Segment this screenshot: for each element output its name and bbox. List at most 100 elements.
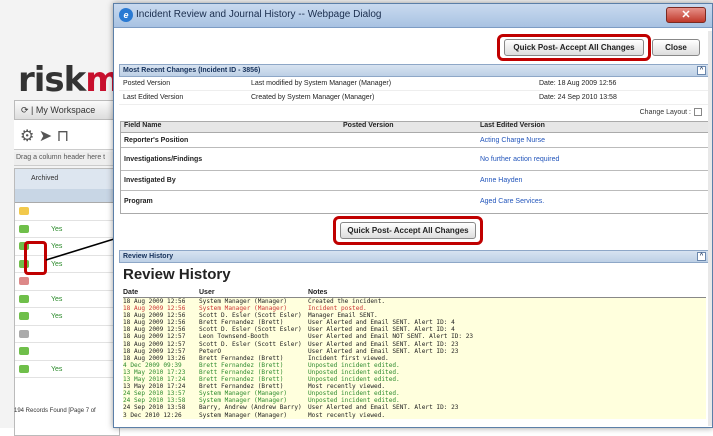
- dialog-title: Incident Review and Journal History -- W…: [136, 9, 382, 20]
- history-notes: User Alerted and Email SENT. Alert ID: 4: [308, 319, 455, 327]
- history-notes: Unposted incident edited.: [308, 368, 400, 376]
- review-history-list: 18 Aug 2009 12:56 System Manager (Manager…: [123, 298, 706, 419]
- history-date: 18 Aug 2009 12:56: [123, 312, 186, 320]
- history-entry: 4 Dec 2009 09:39 Brett Fernandez (Brett) U…: [123, 361, 706, 369]
- quick-post-accept-button-middle[interactable]: Quick Post- Accept All Changes: [340, 222, 476, 239]
- group-drag-hint: Drag a column header here t: [14, 152, 120, 166]
- status-icon: [19, 294, 29, 303]
- incident-review-dialog: e Incident Review and Journal History --…: [113, 3, 713, 428]
- grid-filter-bar: [15, 189, 119, 203]
- history-notes: User Alerted and Email SENT. Alert ID: 4: [308, 326, 455, 334]
- history-notes: User Alerted and Email SENT. Alert ID: 2…: [308, 340, 459, 348]
- bookmark-icon[interactable]: ⊓: [57, 128, 69, 145]
- collapse-icon[interactable]: ^: [697, 66, 706, 75]
- history-date: 4 Dec 2009 09:39: [123, 361, 182, 369]
- history-date: 18 Aug 2009 12:56: [123, 319, 186, 327]
- records-found-label: 194 Records Found [Page 7 of: [14, 408, 96, 414]
- history-user: PeterO: [199, 347, 222, 355]
- send-icon[interactable]: ➤: [39, 128, 52, 145]
- history-date: 13 May 2010 17:24: [123, 383, 186, 391]
- history-user: Leon Townsend-Booth: [199, 333, 269, 341]
- table-row: Investigated By Anne Hayden: [121, 171, 708, 191]
- change-layout-checkbox[interactable]: [694, 108, 702, 117]
- history-entry: 18 Aug 2009 12:56 System Manager (Manager…: [123, 298, 706, 306]
- history-entry: 24 Sep 2010 13:58 System Manager (Manager…: [123, 397, 706, 405]
- history-date: 18 Aug 2009 12:57: [123, 347, 186, 355]
- status-icon: [19, 277, 29, 285]
- posted-version-row: Posted Version Last modified by System M…: [119, 77, 710, 91]
- history-user: System Manager (Manager): [199, 397, 288, 405]
- history-entry: 18 Aug 2009 12:56 System Manager (Manager…: [123, 305, 706, 313]
- history-notes: Unposted incident edited.: [308, 361, 400, 369]
- history-user: System Manager (Manager): [199, 390, 288, 398]
- history-date: 13 May 2010 17:24: [123, 376, 186, 384]
- settings-icon[interactable]: ⚙: [20, 128, 34, 145]
- history-date: 24 Sep 2010 13:57: [123, 390, 186, 398]
- history-notes: Unposted incident edited.: [308, 390, 400, 398]
- history-date: 24 Sep 2010 13:58: [123, 404, 186, 412]
- history-entry: 13 May 2010 17:23 Brett Fernandez (Brett)…: [123, 368, 706, 377]
- history-notes: Incident first viewed.: [308, 354, 389, 362]
- nav-tab-my-workspace[interactable]: ⟳ | My Workspace: [14, 100, 120, 120]
- table-row[interactable]: Yes: [15, 361, 119, 378]
- review-history-heading: Review History: [123, 266, 231, 283]
- history-notes: Incident posted.: [308, 305, 367, 313]
- history-date: 3 Dec 2010 12:26: [123, 411, 182, 419]
- dialog-titlebar[interactable]: e Incident Review and Journal History --…: [114, 4, 712, 28]
- collapse-icon[interactable]: ^: [697, 252, 706, 261]
- history-entry: 13 May 2010 17:24 Brett Fernandez (Brett)…: [123, 383, 706, 391]
- middle-button-bar: Quick Post- Accept All Changes: [119, 214, 710, 250]
- grid-header[interactable]: Archived: [15, 169, 119, 189]
- history-notes: Manager Email SENT.: [308, 312, 378, 320]
- archived-value: Yes: [51, 365, 63, 373]
- table-row[interactable]: [15, 273, 119, 291]
- change-layout: Change Layout :: [119, 105, 710, 121]
- archived-value: Yes: [51, 243, 63, 250]
- review-history-columns: Date User Notes: [123, 289, 706, 298]
- last-edited-version-row: Last Edited Version Created by System Ma…: [119, 91, 710, 105]
- history-date: 18 Aug 2009 12:56: [123, 326, 186, 334]
- status-icon: [19, 364, 29, 373]
- history-user: Scott D. Esler (Scott Esler): [199, 312, 302, 320]
- table-row[interactable]: Yes: [15, 221, 119, 238]
- table-row: Program Aged Care Services.: [124, 198, 545, 205]
- history-entry: 18 Aug 2009 12:56 Scott D. Esler (Scott E…: [123, 312, 706, 320]
- incident-grid: Archived Yes Yes Yes Yes Yes Yes: [14, 168, 120, 436]
- ie-icon: e: [119, 8, 133, 22]
- table-row[interactable]: [15, 343, 119, 361]
- history-user: Scott D. Esler (Scott Esler): [199, 326, 302, 334]
- history-entry: 18 Aug 2009 12:56 Brett Fernandez (Brett)…: [123, 319, 706, 327]
- status-icon: [19, 312, 29, 320]
- history-date: 18 Aug 2009 12:56: [123, 298, 186, 305]
- history-user: Scott D. Esler (Scott Esler): [199, 340, 302, 348]
- table-row[interactable]: Yes: [15, 291, 119, 308]
- dialog-scrollbar[interactable]: [708, 31, 712, 426]
- history-date: 18 Aug 2009 12:57: [123, 333, 186, 341]
- quick-post-accept-button-top[interactable]: Quick Post- Accept All Changes: [504, 39, 644, 56]
- history-entry: 18 Aug 2009 12:57 Leon Townsend-Booth User…: [123, 333, 706, 341]
- table-row[interactable]: Yes: [15, 308, 119, 326]
- changes-table: Field Name Posted Version Last Edited Ve…: [120, 121, 709, 214]
- review-history-header[interactable]: Review History ^: [119, 250, 710, 263]
- history-user: Brett Fernandez (Brett): [199, 361, 284, 369]
- close-button[interactable]: Close: [652, 39, 700, 56]
- app-toolbar: ⚙ ➤ ⊓: [14, 120, 120, 150]
- history-user: Barry, Andrew (Andrew Barry): [199, 404, 302, 412]
- status-icon: [19, 207, 29, 215]
- history-user: System Manager (Manager): [199, 411, 288, 419]
- recent-changes-header[interactable]: Most Recent Changes (Incident ID - 3856)…: [119, 64, 710, 77]
- history-user: System Manager (Manager): [199, 305, 288, 313]
- history-entry: 18 Aug 2009 13:26 Brett Fernandez (Brett)…: [123, 354, 706, 362]
- history-date: 13 May 2010 17:23: [123, 368, 186, 376]
- status-icon: [19, 347, 29, 355]
- history-user: Brett Fernandez (Brett): [199, 368, 284, 376]
- archived-value: Yes: [51, 225, 63, 233]
- table-row[interactable]: [15, 326, 119, 343]
- history-entry: 18 Aug 2009 12:57 Scott D. Esler (Scott E…: [123, 340, 706, 348]
- changes-table-header: Field Name Posted Version Last Edited Ve…: [121, 122, 708, 133]
- history-entry: 24 Sep 2010 13:58 Barry, Andrew (Andrew B…: [123, 404, 706, 412]
- window-close-icon[interactable]: ✕: [666, 7, 706, 23]
- archived-value: Yes: [51, 260, 63, 268]
- history-entry: 18 Aug 2009 12:57 PeterO User Alerted and …: [123, 347, 706, 355]
- table-row[interactable]: [15, 203, 119, 221]
